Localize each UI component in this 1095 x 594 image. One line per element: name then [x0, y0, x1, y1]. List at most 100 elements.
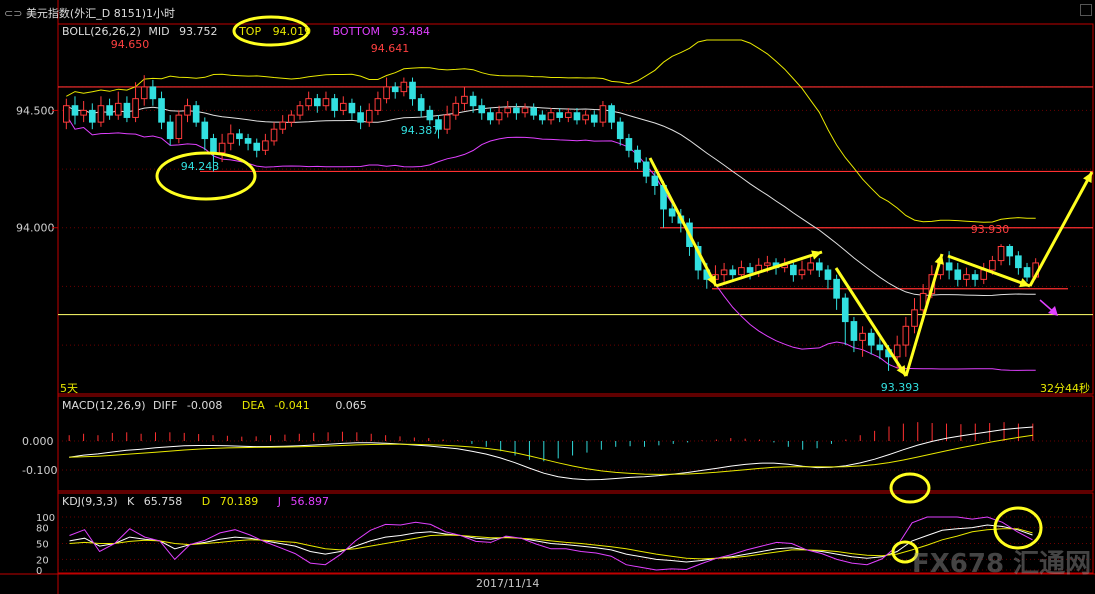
candle-body	[305, 98, 312, 107]
boll-mid-line	[66, 105, 1036, 297]
candle	[642, 157, 650, 184]
candle-body	[764, 262, 771, 266]
candle-body	[547, 112, 555, 121]
price-annotation: 94.650	[111, 38, 150, 51]
candle-body	[668, 208, 676, 217]
candle-body	[357, 112, 364, 123]
candle-body	[331, 98, 338, 111]
candle	[236, 129, 243, 146]
candle-body	[1015, 255, 1022, 269]
candle-body	[790, 264, 797, 276]
candle	[288, 110, 295, 127]
candle	[262, 133, 269, 155]
candle-body	[262, 140, 269, 151]
candle	[461, 86, 468, 111]
boll-mid-value: 93.752	[179, 25, 218, 38]
boll-mid-label: MID	[148, 25, 170, 38]
candle	[88, 103, 96, 130]
candle	[383, 77, 390, 104]
candle	[902, 316, 910, 357]
macd-diff-label: DIFF	[153, 399, 178, 412]
kdj-tick-label: 50	[36, 540, 49, 551]
candle	[166, 115, 174, 146]
candle-body	[71, 105, 79, 116]
candle-body	[253, 142, 261, 151]
candle	[391, 82, 399, 99]
candle	[279, 115, 287, 134]
candle	[625, 133, 633, 158]
candle-body	[530, 107, 538, 116]
candle-body	[383, 86, 390, 100]
candle	[582, 110, 589, 125]
candle-body	[945, 262, 953, 271]
candle	[365, 103, 373, 127]
candle-body	[339, 102, 347, 111]
price-annotation: 93.393	[881, 381, 920, 394]
candle-body	[88, 109, 96, 123]
candle	[443, 105, 451, 134]
candle	[322, 91, 330, 111]
candle-body	[893, 344, 901, 358]
candle	[911, 298, 918, 334]
candle	[824, 265, 832, 289]
candle-body	[166, 121, 174, 140]
candle	[201, 117, 209, 151]
candle-body	[106, 105, 113, 116]
candle-body	[443, 114, 451, 130]
candle-body	[495, 112, 503, 121]
candle	[997, 244, 1005, 266]
candle	[616, 117, 624, 146]
window-menu-icon[interactable]: ⊂⊃	[4, 7, 22, 20]
candle-body	[738, 267, 745, 276]
candle-body	[867, 332, 875, 346]
candle-body	[279, 121, 287, 130]
candle	[478, 98, 486, 120]
candle	[63, 98, 70, 130]
macd-tick-label: -0.100	[22, 464, 57, 477]
candle-body	[210, 138, 217, 154]
candle	[71, 96, 79, 125]
boll-bottom-label: BOTTOM	[332, 25, 380, 38]
candle-body	[911, 309, 918, 327]
candle	[980, 262, 988, 285]
candle-body	[452, 102, 460, 116]
candle	[227, 124, 235, 151]
candle	[140, 75, 148, 106]
kdj-j-value: 56.897	[290, 495, 329, 508]
kdj-tick-label: 100	[36, 513, 55, 524]
candle-body	[374, 98, 382, 111]
candle	[521, 103, 529, 118]
candle-body	[997, 246, 1005, 262]
candle-body	[97, 105, 105, 123]
trend-arrow	[715, 250, 823, 288]
candle-body	[798, 269, 806, 276]
candle	[487, 108, 494, 125]
boll-top-line	[66, 39, 1036, 223]
candle-body	[651, 175, 659, 186]
main-panel-border	[57, 23, 1094, 395]
candle	[123, 96, 131, 123]
candle-body	[582, 114, 589, 121]
candle-body	[616, 121, 624, 140]
watermark-logo: FX678 汇通网	[912, 549, 1092, 579]
candle-body	[850, 321, 858, 341]
trend-arrowhead	[811, 250, 822, 260]
candle-body	[158, 98, 165, 123]
candle	[253, 138, 261, 158]
candle	[798, 260, 806, 280]
kdj-header: KDJ(9,3,3) K 65.758 D 70.189 J 56.897	[62, 495, 329, 508]
candle-body	[469, 95, 477, 107]
candle	[218, 133, 226, 163]
candle-body	[270, 128, 278, 142]
candle-body	[599, 105, 607, 123]
candle	[1015, 251, 1022, 275]
candle-body	[322, 98, 330, 107]
candle-body	[989, 260, 996, 271]
candle	[400, 77, 408, 97]
candle-body	[192, 105, 200, 123]
kdj-k-line	[69, 524, 1033, 563]
candle-body	[63, 105, 70, 123]
boll-header: BOLL(26,26,2) MID 93.752 TOP 94.019 BOTT…	[62, 25, 430, 38]
close-icon[interactable]	[1080, 4, 1092, 16]
candle	[409, 77, 416, 106]
